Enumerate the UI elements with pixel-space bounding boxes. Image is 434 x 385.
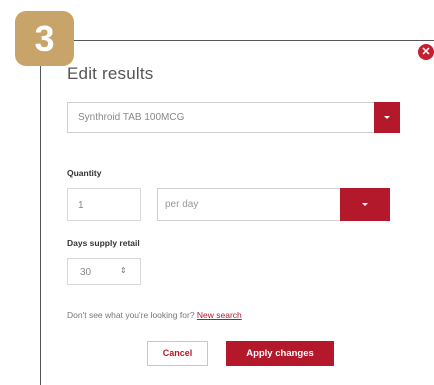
help-message: Don't see what you're looking for? xyxy=(67,310,195,320)
quantity-value: 1 xyxy=(78,200,84,211)
quantity-input[interactable]: 1 xyxy=(67,188,141,221)
chevron-down-icon xyxy=(384,116,390,119)
apply-changes-button[interactable]: Apply changes xyxy=(226,341,334,366)
cancel-button[interactable]: Cancel xyxy=(147,341,208,366)
medication-select-toggle[interactable] xyxy=(374,102,400,133)
quantity-unit-value: per day xyxy=(165,199,199,210)
help-text: Don't see what you're looking for? New s… xyxy=(67,310,242,320)
close-icon[interactable]: ✕ xyxy=(418,44,434,60)
quantity-label: Quantity xyxy=(67,168,102,178)
days-supply-label: Days supply retail xyxy=(67,238,140,248)
step-number-badge: 3 xyxy=(15,11,74,66)
days-supply-stepper[interactable]: 30 ⇕ xyxy=(67,258,141,285)
new-search-link[interactable]: New search xyxy=(197,310,242,320)
modal-title: Edit results xyxy=(67,64,154,83)
stepper-arrows-icon[interactable]: ⇕ xyxy=(120,266,127,275)
quantity-unit-toggle[interactable] xyxy=(340,188,390,221)
chevron-down-icon xyxy=(362,203,368,206)
medication-select-value: Synthroid TAB 100MCG xyxy=(78,112,185,123)
days-supply-value: 30 xyxy=(80,267,92,278)
